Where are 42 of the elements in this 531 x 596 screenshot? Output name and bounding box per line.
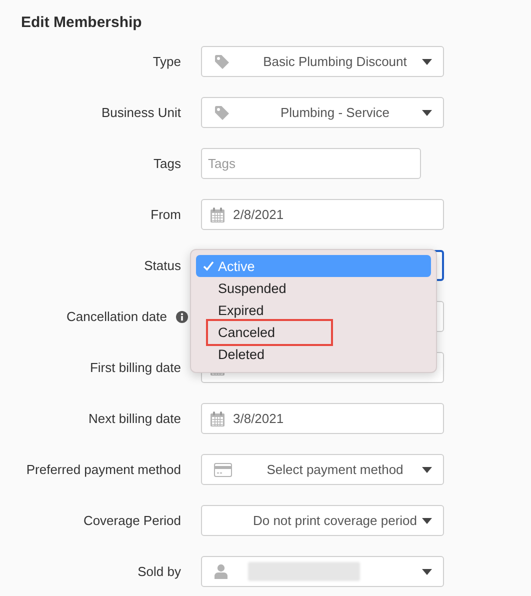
dropdown[interactable]: Select payment method xyxy=(201,454,444,485)
field-label: Status xyxy=(144,258,181,273)
caret-icon xyxy=(422,58,432,64)
field-label: Business Unit xyxy=(102,105,181,120)
check-icon xyxy=(203,261,214,271)
caret-icon xyxy=(422,466,432,472)
date-value: 2/8/2021 xyxy=(233,207,284,222)
field-label: From xyxy=(150,207,181,222)
card-icon xyxy=(214,462,232,476)
tag-icon xyxy=(214,54,230,70)
date-value: 3/8/2021 xyxy=(233,411,284,426)
caret-icon xyxy=(422,518,432,524)
field-label: Cancellation date xyxy=(66,309,167,324)
calendar-icon xyxy=(210,410,225,426)
menu-option[interactable]: Expired xyxy=(196,299,431,321)
field-label: Sold by xyxy=(138,564,181,579)
field-label: First billing date xyxy=(90,360,181,375)
selected-value: Select payment method xyxy=(266,462,404,477)
form-title: Edit Membership xyxy=(21,13,143,33)
selected-value: Plumbing - Service xyxy=(279,105,391,120)
input-field[interactable]: Tags xyxy=(201,148,421,179)
date-field[interactable]: 3/8/2021 xyxy=(201,403,444,434)
menu-option[interactable]: Deleted xyxy=(196,343,431,365)
caret-icon xyxy=(422,568,432,574)
person-icon xyxy=(214,564,228,579)
field-label: Tags xyxy=(154,156,181,171)
field-label: Type xyxy=(152,54,181,69)
selected-value: Basic Plumbing Discount xyxy=(262,54,408,69)
tag-icon xyxy=(214,104,230,120)
dropdown[interactable]: Plumbing - Service xyxy=(201,97,444,128)
field-label: Coverage Period xyxy=(83,513,181,528)
dropdown[interactable]: Do not print coverage period xyxy=(201,505,444,536)
menu-option[interactable]: Canceled xyxy=(196,321,431,343)
dropdown[interactable] xyxy=(201,556,444,587)
date-field[interactable]: 2/8/2021 xyxy=(201,199,444,230)
calendar-icon xyxy=(210,206,225,222)
field-label: Next billing date xyxy=(88,411,181,426)
menu-option[interactable]: Suspended xyxy=(196,277,431,299)
selected-value: Do not print coverage period xyxy=(252,513,418,528)
dropdown[interactable]: Basic Plumbing Discount xyxy=(201,46,444,77)
field-label: Preferred payment method xyxy=(26,462,181,477)
caret-icon xyxy=(422,110,432,116)
